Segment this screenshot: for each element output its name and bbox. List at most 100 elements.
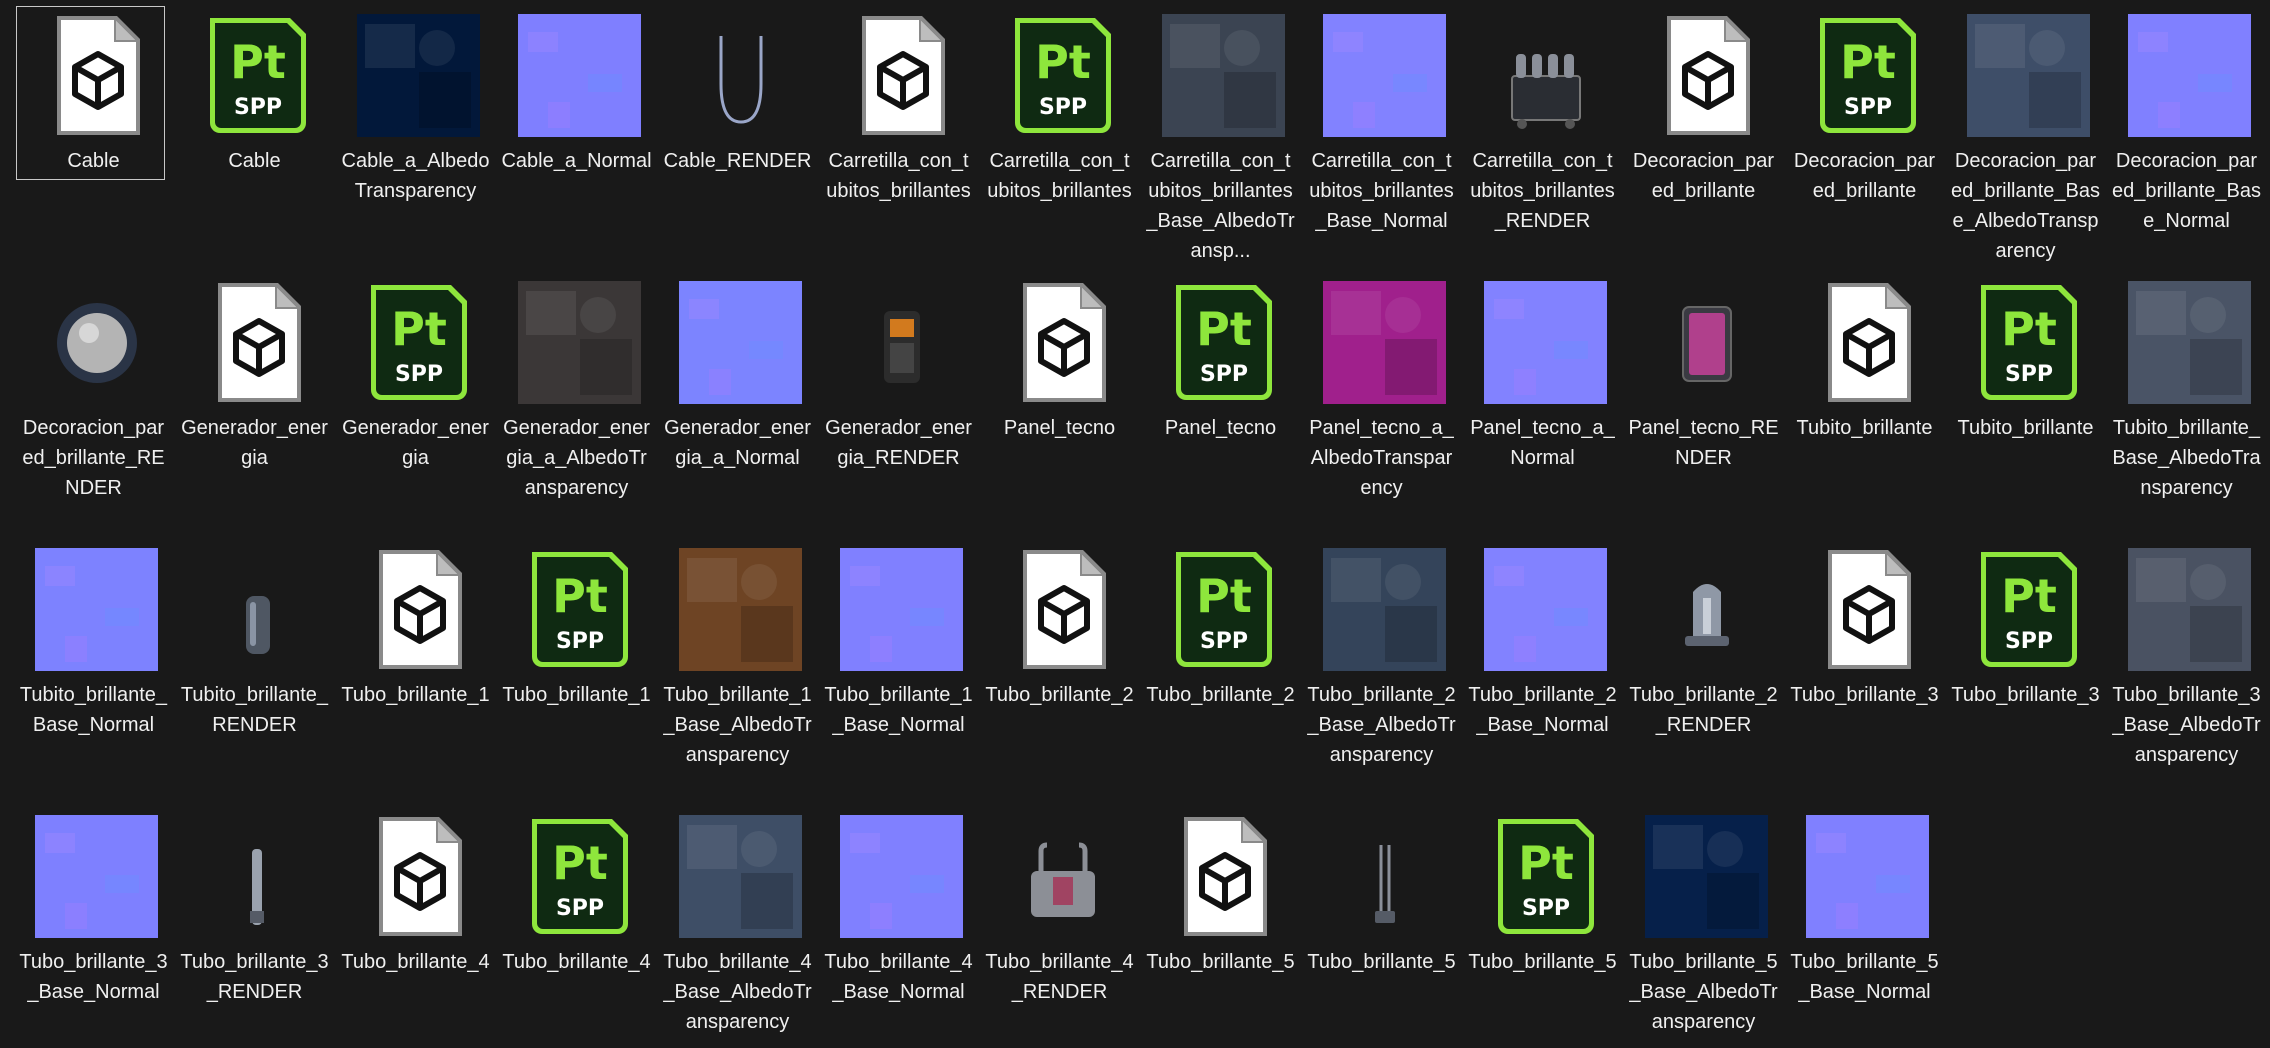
- albedo-texture-thumbnail: [2128, 281, 2251, 404]
- file-name-label: Panel_tecno_RENDER: [1628, 417, 1779, 469]
- svg-text:SPP: SPP: [1522, 896, 1570, 921]
- file-item[interactable]: Pt SPP Panel_tecno: [1143, 273, 1304, 540]
- svg-text:SPP: SPP: [1039, 95, 1087, 120]
- file-item[interactable]: Pt SPP Tubo_brillante_4: [499, 807, 660, 1048]
- substance-painter-file-icon: Pt SPP: [1806, 14, 1929, 137]
- file-item[interactable]: Pt SPP Tubo_brillante_2: [1143, 540, 1304, 807]
- file-item[interactable]: Tubo_brillante_3_RENDER: [177, 807, 338, 1048]
- normal-map-thumbnail: [840, 815, 963, 938]
- file-item[interactable]: Generador_energia: [177, 273, 338, 540]
- substance-painter-file-icon: Pt SPP: [1967, 548, 2090, 671]
- file-item[interactable]: Tubo_brillante_2_RENDER: [1626, 540, 1787, 807]
- svg-text:Pt: Pt: [1196, 302, 1252, 356]
- file-item[interactable]: Tubo_brillante_4_Base_AlbedoTransparency: [660, 807, 821, 1048]
- albedo-texture-thumbnail: [1323, 281, 1446, 404]
- substance-painter-file-icon: Pt SPP: [1001, 14, 1124, 137]
- file-item[interactable]: Decoracion_pared_brillante_Base_AlbedoTr…: [1948, 6, 2109, 273]
- file-item[interactable]: Tubito_brillante_Base_AlbedoTransparency: [2109, 273, 2270, 540]
- file-item[interactable]: Tubo_brillante_2_Base_AlbedoTransparency: [1304, 540, 1465, 807]
- file-item[interactable]: Tubo_brillante_3_Base_Normal: [16, 807, 177, 1048]
- model-file-icon: [840, 14, 963, 137]
- svg-text:Pt: Pt: [552, 569, 608, 623]
- render-thumbnail: [1001, 815, 1124, 938]
- file-item[interactable]: Panel_tecno_a_AlbedoTransparency: [1304, 273, 1465, 540]
- file-item[interactable]: Carretilla_con_tubitos_brillantes_RENDER: [1465, 6, 1626, 273]
- file-item[interactable]: Cable_a_AlbedoTransparency: [338, 6, 499, 273]
- model-file-icon: [35, 14, 158, 137]
- file-item[interactable]: Pt SPP Cable: [177, 6, 338, 273]
- file-name-label: Tubo_brillante_5_Base_Normal: [1790, 951, 1939, 1003]
- file-item[interactable]: Tubo_brillante_5: [1143, 807, 1304, 1048]
- file-item[interactable]: Pt SPP Tubo_brillante_3: [1948, 540, 2109, 807]
- file-name-label: Cable: [67, 150, 120, 172]
- file-name-label: Tubo_brillante_2_Base_AlbedoTransparency: [1307, 684, 1456, 766]
- file-item[interactable]: Tubo_brillante_1_Base_AlbedoTransparency: [660, 540, 821, 807]
- file-item[interactable]: Tubo_brillante_1_Base_Normal: [821, 540, 982, 807]
- file-name-label: Tubo_brillante_4_Base_AlbedoTransparency: [663, 951, 812, 1033]
- file-item[interactable]: Generador_energia_a_AlbedoTransparency: [499, 273, 660, 540]
- file-item[interactable]: Tubo_brillante_3_Base_AlbedoTransparency: [2109, 540, 2270, 807]
- file-item[interactable]: Pt SPP Decoracion_pared_brillante: [1787, 6, 1948, 273]
- svg-text:Pt: Pt: [1196, 569, 1252, 623]
- file-name-label: Tubo_brillante_2_RENDER: [1629, 684, 1778, 736]
- file-item[interactable]: Panel_tecno_a_Normal: [1465, 273, 1626, 540]
- file-name-label: Tubo_brillante_1_Base_Normal: [824, 684, 973, 736]
- file-name-label: Tubo_brillante_3: [1951, 684, 2100, 706]
- file-item[interactable]: Panel_tecno_RENDER: [1626, 273, 1787, 540]
- normal-map-thumbnail: [1484, 281, 1607, 404]
- file-name-label: Panel_tecno_a_AlbedoTransparency: [1309, 417, 1454, 499]
- file-item[interactable]: Tubo_brillante_5: [1304, 807, 1465, 1048]
- normal-map-thumbnail: [679, 281, 802, 404]
- substance-painter-file-icon: Pt SPP: [518, 815, 641, 938]
- file-item[interactable]: Cable_a_Normal: [499, 6, 660, 273]
- file-item[interactable]: Tubito_brillante: [1787, 273, 1948, 540]
- render-thumbnail: [196, 815, 319, 938]
- model-file-icon: [1806, 281, 1929, 404]
- substance-painter-file-icon: Pt SPP: [1967, 281, 2090, 404]
- file-name-label: Carretilla_con_tubitos_brillantes: [987, 150, 1132, 202]
- file-item[interactable]: Pt SPP Tubito_brillante: [1948, 273, 2109, 540]
- file-name-label: Generador_energia_RENDER: [825, 417, 972, 469]
- render-thumbnail: [35, 281, 158, 404]
- file-item[interactable]: Decoracion_pared_brillante_RENDER: [16, 273, 177, 540]
- file-item[interactable]: Tubo_brillante_5_Base_Normal: [1787, 807, 1948, 1048]
- file-item[interactable]: Decoracion_pared_brillante_Base_Normal: [2109, 6, 2270, 273]
- svg-text:SPP: SPP: [395, 362, 443, 387]
- file-name-label: Tubo_brillante_1: [502, 684, 651, 706]
- file-item[interactable]: Tubito_brillante_RENDER: [177, 540, 338, 807]
- file-item[interactable]: Cable: [16, 6, 177, 273]
- file-item[interactable]: Carretilla_con_tubitos_brillantes_Base_A…: [1143, 6, 1304, 273]
- file-item[interactable]: Carretilla_con_tubitos_brillantes_Base_N…: [1304, 6, 1465, 273]
- file-item[interactable]: Tubito_brillante_Base_Normal: [16, 540, 177, 807]
- file-grid: Cable Pt SPP Cable Cable_a_AlbedoTransparenc…: [16, 6, 2270, 1048]
- file-item[interactable]: Tubo_brillante_5_Base_AlbedoTransparency: [1626, 807, 1787, 1048]
- svg-text:SPP: SPP: [234, 95, 282, 120]
- substance-painter-file-icon: Pt SPP: [1162, 548, 1285, 671]
- file-item[interactable]: Generador_energia_a_Normal: [660, 273, 821, 540]
- file-name-label: Tubo_brillante_3_Base_Normal: [19, 951, 168, 1003]
- file-item[interactable]: Tubo_brillante_2_Base_Normal: [1465, 540, 1626, 807]
- file-name-label: Tubo_brillante_3: [1790, 684, 1939, 706]
- file-item[interactable]: Tubo_brillante_4_RENDER: [982, 807, 1143, 1048]
- file-name-label: Carretilla_con_tubitos_brillantes_Base_N…: [1309, 150, 1454, 232]
- model-file-icon: [357, 815, 480, 938]
- file-item[interactable]: Pt SPP Generador_energia: [338, 273, 499, 540]
- file-item[interactable]: Carretilla_con_tubitos_brillantes: [821, 6, 982, 273]
- file-item[interactable]: Tubo_brillante_4_Base_Normal: [821, 807, 982, 1048]
- file-item[interactable]: Tubo_brillante_4: [338, 807, 499, 1048]
- file-item[interactable]: Panel_tecno: [982, 273, 1143, 540]
- file-item[interactable]: Decoracion_pared_brillante: [1626, 6, 1787, 273]
- file-name-label: Tubo_brillante_2_Base_Normal: [1468, 684, 1617, 736]
- file-item[interactable]: Tubo_brillante_3: [1787, 540, 1948, 807]
- svg-text:Pt: Pt: [2001, 302, 2057, 356]
- file-item[interactable]: Tubo_brillante_2: [982, 540, 1143, 807]
- file-item[interactable]: Pt SPP Carretilla_con_tubitos_brillantes: [982, 6, 1143, 273]
- file-name-label: Tubo_brillante_5: [1146, 951, 1295, 973]
- file-item[interactable]: Pt SPP Tubo_brillante_1: [499, 540, 660, 807]
- file-item[interactable]: Cable_RENDER: [660, 6, 821, 273]
- file-item[interactable]: Pt SPP Tubo_brillante_5: [1465, 807, 1626, 1048]
- albedo-texture-thumbnail: [518, 281, 641, 404]
- normal-map-thumbnail: [35, 815, 158, 938]
- file-item[interactable]: Tubo_brillante_1: [338, 540, 499, 807]
- file-item[interactable]: Generador_energia_RENDER: [821, 273, 982, 540]
